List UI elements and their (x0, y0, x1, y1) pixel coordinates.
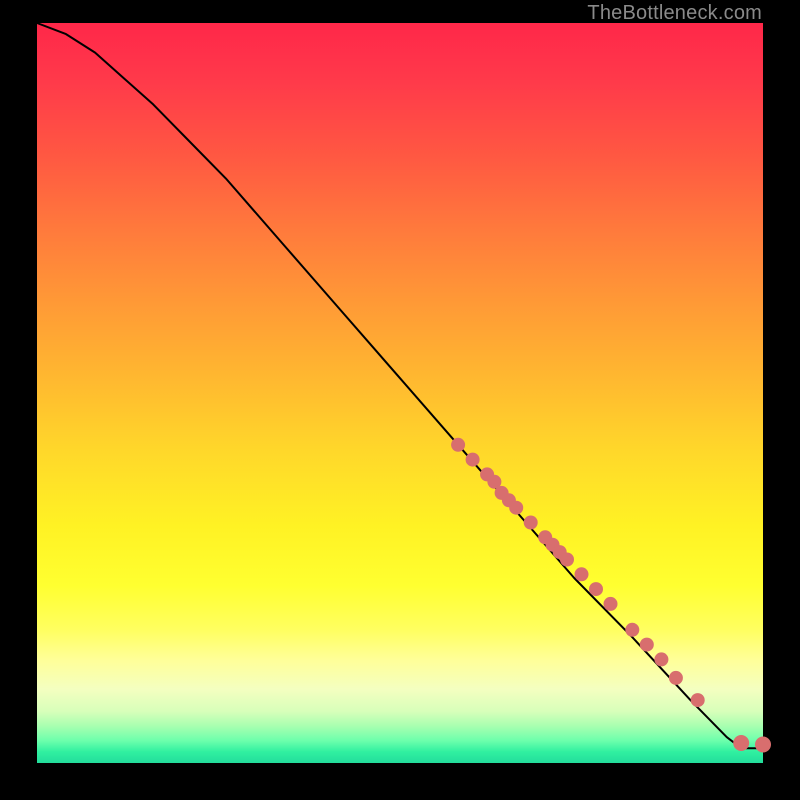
data-point (524, 516, 538, 530)
data-point (466, 453, 480, 467)
chart-svg (37, 23, 763, 763)
data-point (733, 735, 749, 751)
data-point (560, 553, 574, 567)
curve-line (37, 23, 763, 748)
data-point (589, 582, 603, 596)
data-point (604, 597, 618, 611)
data-point (654, 652, 668, 666)
data-point (625, 623, 639, 637)
data-point (755, 737, 771, 753)
scatter-points (451, 438, 771, 753)
chart-plot-area (37, 23, 763, 763)
data-point (691, 693, 705, 707)
data-point (451, 438, 465, 452)
watermark-text: TheBottleneck.com (587, 2, 762, 25)
data-point (640, 638, 654, 652)
curve-path (37, 23, 763, 748)
data-point (669, 671, 683, 685)
data-point (509, 501, 523, 515)
data-point (575, 567, 589, 581)
